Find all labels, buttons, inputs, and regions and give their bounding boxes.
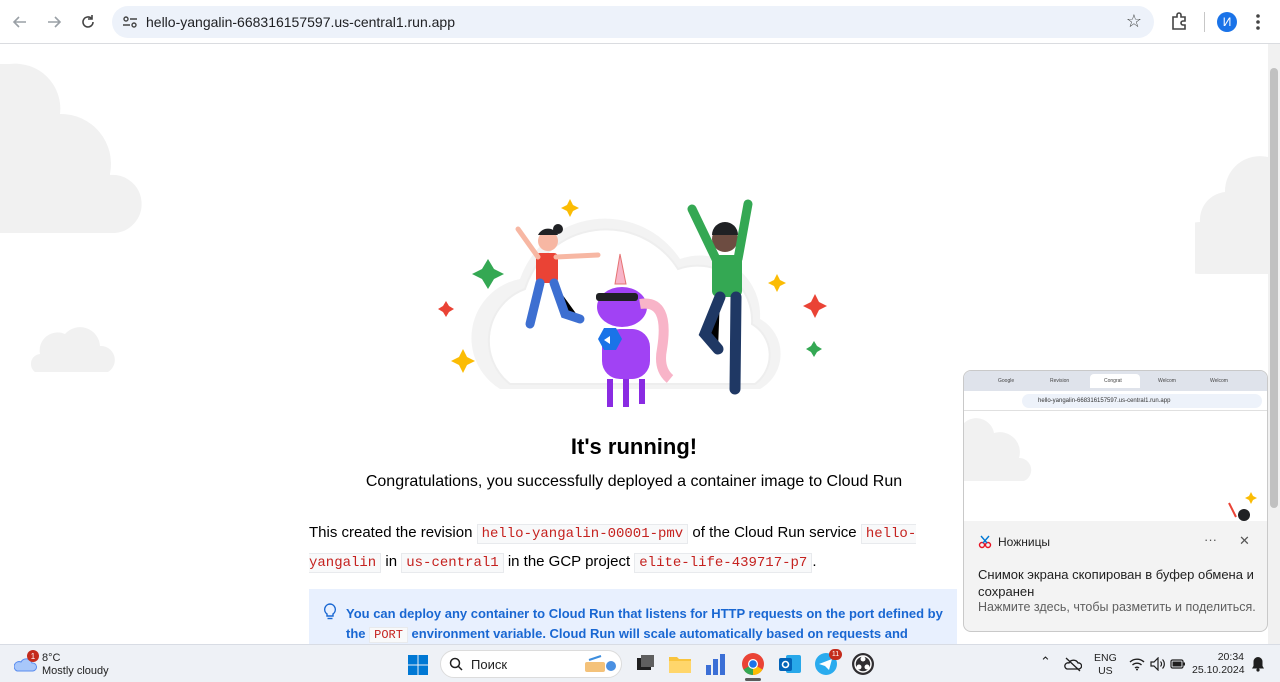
bookmark-star-icon[interactable]: ☆ [1126, 11, 1142, 32]
lightbulb-icon [323, 603, 337, 620]
site-info-icon[interactable] [120, 12, 140, 32]
small-cloud-decoration [30, 327, 115, 372]
cloud-decoration-right [1195, 156, 1268, 274]
obs-studio-icon[interactable] [850, 651, 876, 677]
toolbar-divider [1204, 12, 1205, 32]
forward-arrow-icon [48, 16, 62, 28]
celebration-illustration [438, 199, 827, 407]
snipping-notification[interactable]: Ножницы ··· ✕ Снимок экрана скопирован в… [963, 521, 1268, 632]
thumbnail-cloud [964, 418, 1032, 481]
notification-subtext: Нажмите здесь, чтобы разметить и поделит… [978, 600, 1256, 614]
search-placeholder: Поиск [471, 657, 508, 672]
thumbnail-tab: Google [998, 378, 1015, 384]
screenshot-thumbnail[interactable]: Google Revision Congrat Welcom Welcom he… [963, 370, 1268, 522]
thumbnail-tab: Welcom [1158, 378, 1176, 384]
region-code: us-central1 [401, 553, 504, 573]
address-bar[interactable]: hello-yangalin-668316157597.us-central1.… [112, 6, 1154, 38]
windows-start-icon[interactable] [407, 654, 429, 676]
weather-description: Mostly cloudy [42, 665, 109, 677]
telegram-badge: 11 [829, 649, 842, 660]
info-text: You can deploy any container to Cloud Ru… [346, 604, 946, 644]
notification-close-button[interactable]: ✕ [1239, 533, 1250, 549]
wifi-icon[interactable] [1129, 657, 1145, 671]
search-highlight-icon [585, 655, 616, 672]
scrollbar-thumb[interactable] [1270, 68, 1278, 508]
windows-taskbar: 1 8°C Mostly cloudy Поиск 11 ⌃ ENG US 20… [0, 644, 1280, 682]
clock-time: 20:34 [1217, 651, 1244, 663]
thumbnail-tab-active: Congrat [1090, 374, 1140, 388]
browser-menu-icon[interactable] [1254, 12, 1262, 32]
reload-button[interactable] [74, 8, 102, 36]
notification-message: Снимок экрана скопирован в буфер обмена … [978, 567, 1254, 599]
region-text: in [381, 553, 402, 570]
revision-text: This created the revision [309, 524, 477, 541]
cloud-decoration-left [0, 63, 144, 235]
task-view-icon[interactable] [632, 651, 658, 677]
weather-temperature: 8°C [42, 652, 61, 664]
period-text: . [812, 553, 817, 570]
project-code: elite-life-439717-p7 [634, 553, 813, 573]
thumbnail-url: hello-yangalin-668316157597.us-central1.… [1022, 394, 1262, 408]
port-code: PORT [369, 627, 408, 643]
outlook-icon[interactable] [777, 651, 803, 677]
info-callout: You can deploy any container to Cloud Ru… [309, 589, 957, 644]
project-text: in the GCP project [503, 553, 635, 570]
thumbnail-tabstrip: Google Revision Congrat Welcom Welcom [964, 371, 1267, 391]
keyboard-layout: US [1098, 665, 1113, 677]
volume-icon[interactable] [1150, 657, 1166, 671]
taskbar-search[interactable]: Поиск [440, 650, 622, 678]
thumbnail-tab: Revision [1050, 378, 1070, 384]
battery-icon[interactable] [1170, 658, 1186, 670]
back-button[interactable] [6, 8, 34, 36]
notification-more-button[interactable]: ··· [1204, 532, 1217, 547]
search-icon [449, 657, 463, 671]
info-text-part-2: environment variable. Cloud Run will sca… [407, 626, 908, 641]
analytics-app-icon[interactable] [703, 651, 729, 677]
service-text: of the Cloud Run service [688, 524, 861, 541]
weather-badge: 1 [27, 650, 39, 662]
tray-overflow-chevron-icon[interactable]: ⌃ [1040, 654, 1051, 670]
file-explorer-icon[interactable] [667, 651, 693, 677]
system-clock[interactable]: 20:34 25.10.2024 [1192, 651, 1245, 677]
snipping-tool-icon [978, 535, 992, 549]
browser-toolbar: hello-yangalin-668316157597.us-central1.… [0, 0, 1280, 44]
chrome-active-indicator [745, 678, 761, 681]
onedrive-offline-icon[interactable] [1064, 656, 1082, 672]
notification-app-name: Ножницы [998, 535, 1051, 549]
thumbnail-tab: Welcom [1210, 378, 1228, 384]
chrome-icon[interactable] [740, 651, 766, 677]
input-language-indicator[interactable]: ENG US [1094, 652, 1117, 678]
notification-bell-icon[interactable] [1251, 656, 1265, 672]
page-scrollbar[interactable] [1268, 44, 1280, 644]
language-code: ENG [1094, 652, 1117, 664]
revision-paragraph: This created the revision hello-yangalin… [309, 519, 949, 577]
clock-date: 25.10.2024 [1192, 664, 1245, 676]
extensions-icon[interactable] [1166, 9, 1192, 35]
url-text: hello-yangalin-668316157597.us-central1.… [146, 14, 456, 30]
profile-avatar[interactable]: И [1217, 12, 1237, 32]
forward-button[interactable] [40, 8, 68, 36]
revision-code: hello-yangalin-00001-pmv [476, 524, 689, 544]
reload-icon [82, 15, 94, 28]
back-arrow-icon [12, 16, 26, 28]
thumbnail-illustration [1228, 492, 1257, 521]
thumbnail-toolbar: hello-yangalin-668316157597.us-central1.… [964, 391, 1267, 411]
